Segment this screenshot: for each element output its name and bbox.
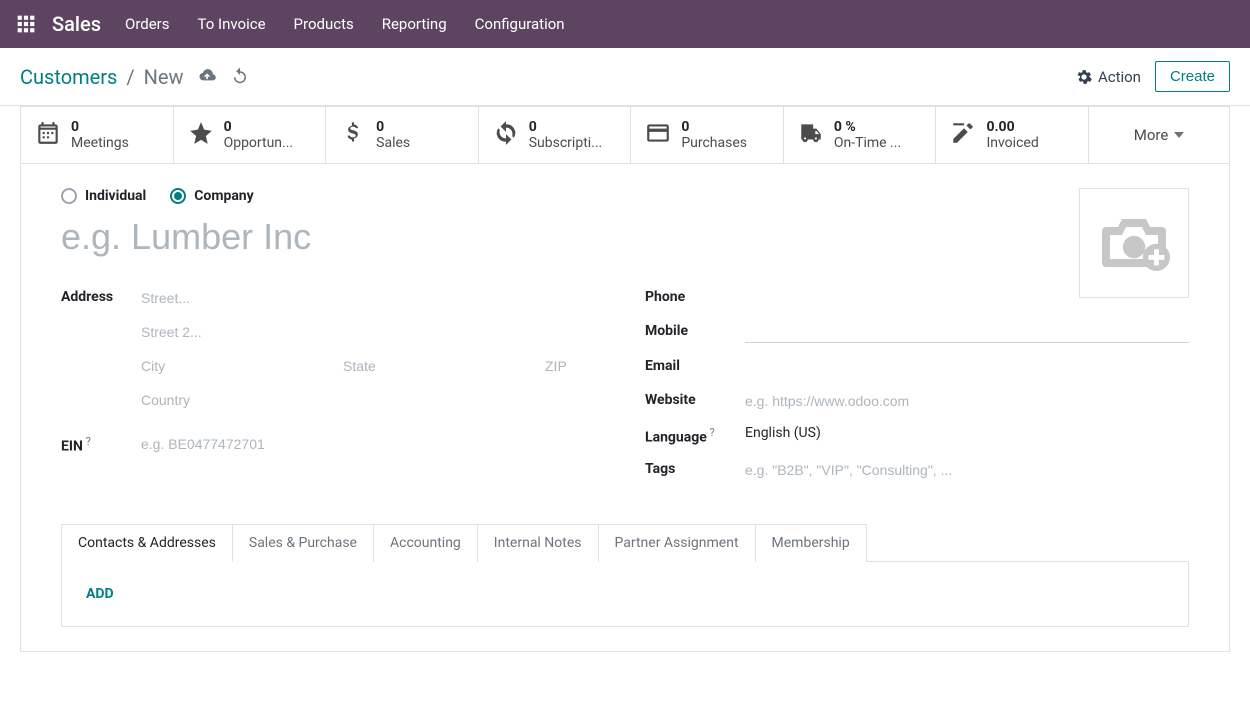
name-input[interactable] [61,216,1189,258]
tab-internal-notes[interactable]: Internal Notes [477,524,599,562]
email-label: Email [645,357,745,377]
dollar-icon [340,120,366,150]
nav-reporting[interactable]: Reporting [382,15,447,33]
website-label: Website [645,391,745,411]
breadcrumb-root[interactable]: Customers [20,65,117,89]
zip-input[interactable] [545,356,605,376]
country-input[interactable] [141,390,605,410]
stat-more-dropdown[interactable]: More [1089,107,1229,163]
tab-membership[interactable]: Membership [755,524,867,562]
gear-icon [1076,69,1092,85]
stat-buttons: 0Meetings 0Opportun... 0Sales 0Subscript… [20,106,1230,164]
company-type-radio: Individual Company [61,188,1189,204]
language-label: Language ? [645,425,745,446]
stat-opportunities[interactable]: 0Opportun... [174,107,327,163]
ein-input[interactable] [141,434,605,454]
nav-orders[interactable]: Orders [125,15,170,33]
state-input[interactable] [343,356,535,376]
stat-invoiced[interactable]: 0.00Invoiced [936,107,1089,163]
pencil-square-icon [950,120,976,150]
create-button[interactable]: Create [1155,61,1230,92]
breadcrumb-current: New [144,65,184,89]
stat-sales[interactable]: 0Sales [326,107,479,163]
breadcrumb-bar: Customers / New Action Create [0,48,1250,106]
nav-to-invoice[interactable]: To Invoice [198,15,266,33]
radio-icon [170,188,186,204]
language-select[interactable]: English (US) [745,425,821,441]
refresh-icon [493,120,519,150]
street2-input[interactable] [141,322,605,342]
tab-content: ADD [61,561,1189,627]
street-input[interactable] [141,288,605,308]
phone-label: Phone [645,288,745,308]
credit-card-icon [645,120,671,150]
stat-purchases[interactable]: 0Purchases [631,107,784,163]
app-name[interactable]: Sales [52,12,101,36]
left-column: Address EIN ? [61,288,605,494]
discard-icon[interactable] [231,66,249,88]
form-sheet: Individual Company Address [20,164,1230,652]
star-icon [188,120,214,150]
add-contact-button[interactable]: ADD [86,586,114,602]
tab-accounting[interactable]: Accounting [373,524,478,562]
calendar-icon [35,120,61,150]
truck-icon [798,120,824,150]
city-input[interactable] [141,356,333,376]
tab-partner-assignment[interactable]: Partner Assignment [598,524,756,562]
radio-icon [61,188,77,204]
nav-products[interactable]: Products [294,15,354,33]
address-label: Address [61,288,141,410]
website-input[interactable] [745,391,1189,411]
right-column: Phone Mobile Email Website Language ? [645,288,1189,494]
radio-individual[interactable]: Individual [61,188,146,204]
tags-label: Tags [645,460,745,480]
tab-contacts-addresses[interactable]: Contacts & Addresses [61,524,233,562]
email-input[interactable] [745,357,1189,377]
stat-ontime[interactable]: 0 %On-Time ... [784,107,937,163]
stat-subscriptions[interactable]: 0Subscripti... [479,107,632,163]
image-upload[interactable] [1079,188,1189,298]
nav-configuration[interactable]: Configuration [475,15,565,33]
stat-meetings[interactable]: 0Meetings [21,107,174,163]
chevron-down-icon [1174,132,1184,138]
ein-label: EIN ? [61,434,141,455]
tags-input[interactable] [745,460,1189,480]
nav-menu: Orders To Invoice Products Reporting Con… [125,15,565,33]
tab-sales-purchase[interactable]: Sales & Purchase [232,524,374,562]
action-dropdown[interactable]: Action [1076,68,1141,86]
tabs: Contacts & Addresses Sales & Purchase Ac… [61,524,1189,562]
apps-icon[interactable] [16,14,36,34]
radio-company[interactable]: Company [170,188,253,204]
camera-plus-icon [1094,208,1174,278]
breadcrumb: Customers / New [20,65,183,89]
cloud-save-icon[interactable] [197,65,217,89]
mobile-input[interactable] [745,322,1189,343]
topbar: Sales Orders To Invoice Products Reporti… [0,0,1250,48]
mobile-label: Mobile [645,322,745,343]
